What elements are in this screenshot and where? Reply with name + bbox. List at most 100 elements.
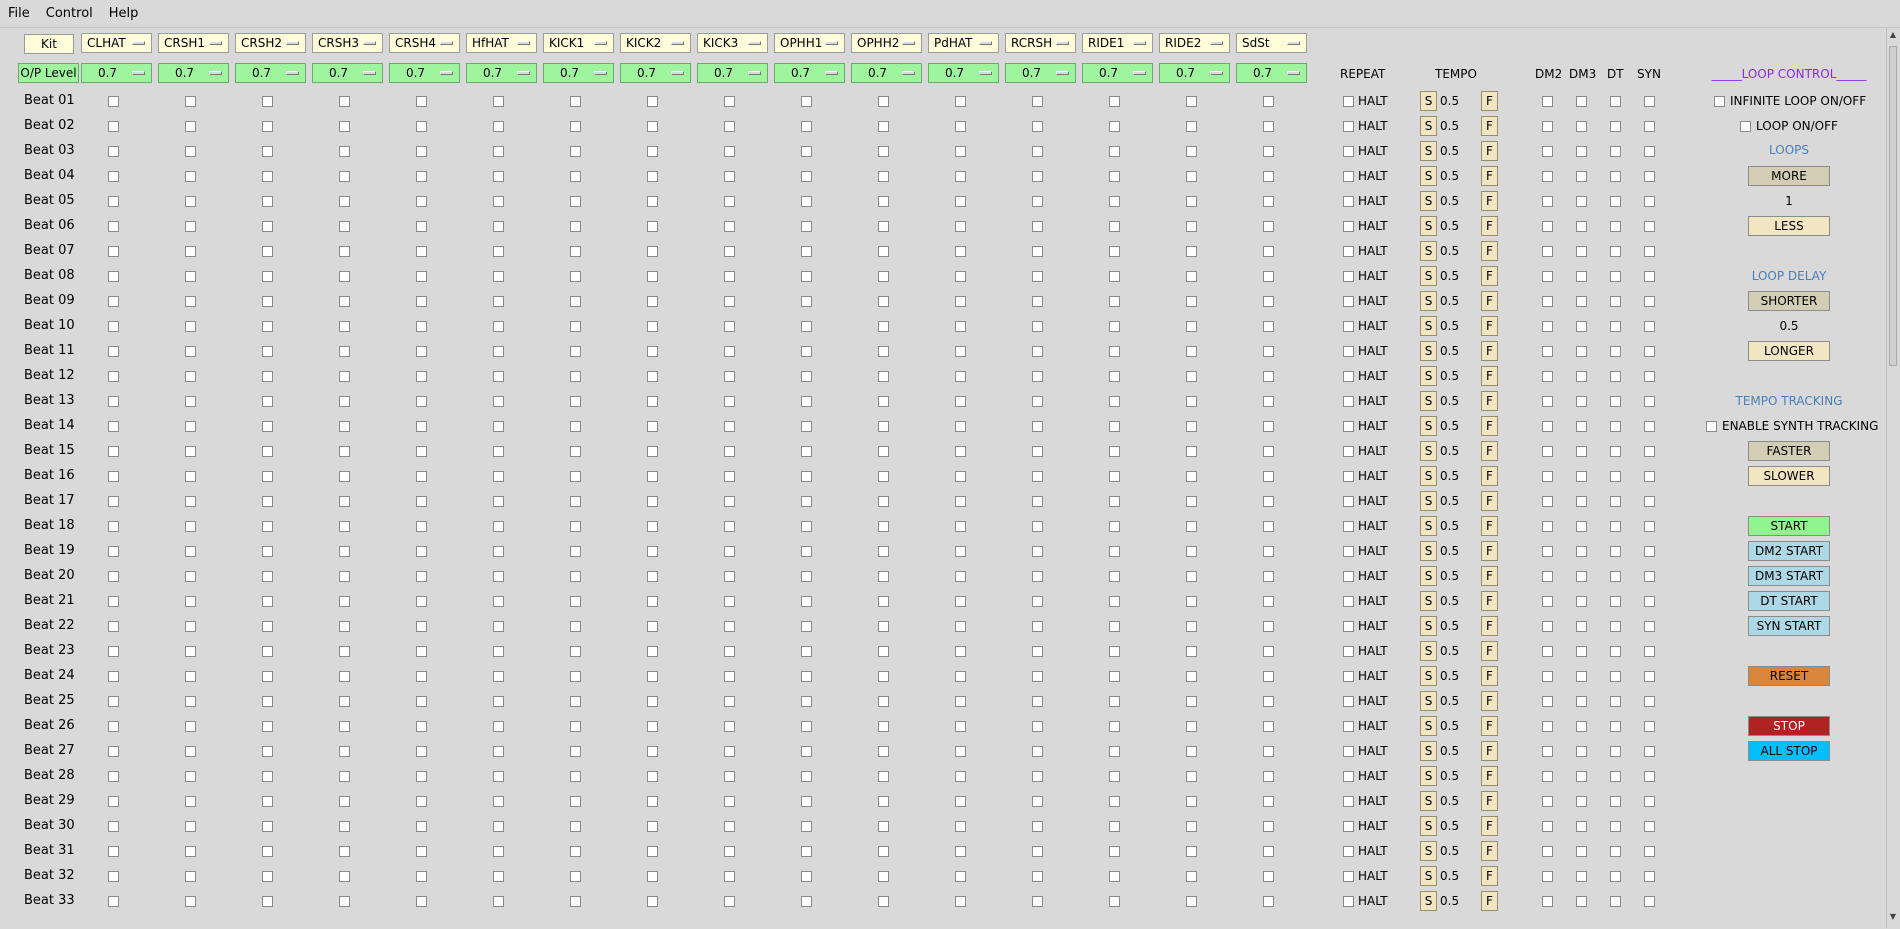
beat-checkbox-kick2[interactable] — [647, 571, 658, 582]
vertical-scrollbar[interactable]: ▲ ▼ — [1886, 28, 1899, 928]
beat-checkbox-sdst[interactable] — [1263, 446, 1274, 457]
beat-checkbox-kick3[interactable] — [724, 471, 735, 482]
beat-checkbox-crsh3[interactable] — [339, 496, 350, 507]
syn-checkbox[interactable] — [1644, 246, 1655, 257]
beat-checkbox-kick3[interactable] — [724, 446, 735, 457]
beat-checkbox-ride1[interactable] — [1109, 296, 1120, 307]
beat-checkbox-kick2[interactable] — [647, 496, 658, 507]
beat-checkbox-ophh2[interactable] — [878, 271, 889, 282]
beat-checkbox-hfhat[interactable] — [493, 296, 504, 307]
beat-checkbox-kick3[interactable] — [724, 646, 735, 657]
syn-checkbox[interactable] — [1644, 546, 1655, 557]
beat-checkbox-crsh1[interactable] — [185, 546, 196, 557]
beat-checkbox-kick2[interactable] — [647, 671, 658, 682]
dm2-checkbox[interactable] — [1542, 96, 1553, 107]
beat-checkbox-pdhat[interactable] — [955, 796, 966, 807]
beat-checkbox-ophh1[interactable] — [801, 521, 812, 532]
beat-checkbox-crsh1[interactable] — [185, 121, 196, 132]
beat-checkbox-ophh2[interactable] — [878, 521, 889, 532]
beat-checkbox-pdhat[interactable] — [955, 371, 966, 382]
dm3-checkbox[interactable] — [1576, 446, 1587, 457]
beat-checkbox-ride1[interactable] — [1109, 321, 1120, 332]
beat-checkbox-kick2[interactable] — [647, 196, 658, 207]
loop-onoff-checkbox[interactable] — [1740, 120, 1751, 132]
beat-checkbox-hfhat[interactable] — [493, 546, 504, 557]
beat-checkbox-crsh2[interactable] — [262, 571, 273, 582]
repeat-checkbox[interactable] — [1343, 646, 1354, 657]
beat-checkbox-kick1[interactable] — [570, 421, 581, 432]
dt-checkbox[interactable] — [1610, 396, 1621, 407]
beat-checkbox-ophh1[interactable] — [801, 271, 812, 282]
beat-checkbox-hfhat[interactable] — [493, 246, 504, 257]
fast-button[interactable]: F — [1481, 341, 1498, 361]
beat-checkbox-crsh4[interactable] — [416, 196, 427, 207]
start-button[interactable]: START — [1748, 516, 1830, 536]
syn-checkbox[interactable] — [1644, 696, 1655, 707]
beat-checkbox-pdhat[interactable] — [955, 171, 966, 182]
beat-checkbox-rcrsh[interactable] — [1032, 171, 1043, 182]
beat-checkbox-clhat[interactable] — [108, 746, 119, 757]
level-select-pdhat[interactable]: 0.7 — [928, 63, 999, 83]
beat-checkbox-crsh1[interactable] — [185, 346, 196, 357]
beat-checkbox-kick3[interactable] — [724, 196, 735, 207]
beat-checkbox-kick1[interactable] — [570, 271, 581, 282]
beat-checkbox-ophh2[interactable] — [878, 546, 889, 557]
dm2-checkbox[interactable] — [1542, 796, 1553, 807]
beat-checkbox-rcrsh[interactable] — [1032, 196, 1043, 207]
slow-button[interactable]: S — [1420, 266, 1437, 286]
beat-checkbox-ophh1[interactable] — [801, 846, 812, 857]
beat-checkbox-rcrsh[interactable] — [1032, 546, 1043, 557]
beat-checkbox-clhat[interactable] — [108, 771, 119, 782]
beat-checkbox-pdhat[interactable] — [955, 571, 966, 582]
dm2-checkbox[interactable] — [1542, 196, 1553, 207]
beat-checkbox-crsh1[interactable] — [185, 796, 196, 807]
beat-checkbox-pdhat[interactable] — [955, 746, 966, 757]
beat-checkbox-crsh4[interactable] — [416, 371, 427, 382]
dm2-checkbox[interactable] — [1542, 621, 1553, 632]
beat-checkbox-pdhat[interactable] — [955, 871, 966, 882]
beat-checkbox-sdst[interactable] — [1263, 821, 1274, 832]
beat-checkbox-kick3[interactable] — [724, 696, 735, 707]
dt-checkbox[interactable] — [1610, 471, 1621, 482]
slow-button[interactable]: S — [1420, 866, 1437, 886]
dm3-checkbox[interactable] — [1576, 96, 1587, 107]
syn-checkbox[interactable] — [1644, 571, 1655, 582]
beat-checkbox-clhat[interactable] — [108, 371, 119, 382]
beat-checkbox-rcrsh[interactable] — [1032, 246, 1043, 257]
beat-checkbox-crsh1[interactable] — [185, 896, 196, 907]
beat-checkbox-rcrsh[interactable] — [1032, 296, 1043, 307]
beat-checkbox-ride1[interactable] — [1109, 246, 1120, 257]
beat-checkbox-crsh4[interactable] — [416, 896, 427, 907]
beat-checkbox-crsh2[interactable] — [262, 596, 273, 607]
beat-checkbox-kick2[interactable] — [647, 221, 658, 232]
beat-checkbox-kick1[interactable] — [570, 346, 581, 357]
beat-checkbox-kick1[interactable] — [570, 121, 581, 132]
level-select-clhat[interactable]: 0.7 — [81, 63, 152, 83]
slow-button[interactable]: S — [1420, 616, 1437, 636]
dm3-checkbox[interactable] — [1576, 271, 1587, 282]
beat-checkbox-kick3[interactable] — [724, 121, 735, 132]
beat-checkbox-clhat[interactable] — [108, 346, 119, 357]
syn-checkbox[interactable] — [1644, 446, 1655, 457]
beat-checkbox-crsh3[interactable] — [339, 871, 350, 882]
level-select-kick1[interactable]: 0.7 — [543, 63, 614, 83]
slow-button[interactable]: S — [1420, 516, 1437, 536]
kit-select-crsh3[interactable]: CRSH3 — [312, 33, 383, 53]
beat-checkbox-crsh2[interactable] — [262, 496, 273, 507]
level-select-crsh2[interactable]: 0.7 — [235, 63, 306, 83]
beat-checkbox-ride1[interactable] — [1109, 696, 1120, 707]
beat-checkbox-ophh2[interactable] — [878, 146, 889, 157]
beat-checkbox-rcrsh[interactable] — [1032, 346, 1043, 357]
dm2-start-button[interactable]: DM2 START — [1748, 541, 1830, 561]
repeat-checkbox[interactable] — [1343, 721, 1354, 732]
beat-checkbox-pdhat[interactable] — [955, 146, 966, 157]
syn-checkbox[interactable] — [1644, 196, 1655, 207]
beat-checkbox-ophh2[interactable] — [878, 871, 889, 882]
level-select-ophh2[interactable]: 0.7 — [851, 63, 922, 83]
beat-checkbox-crsh2[interactable] — [262, 771, 273, 782]
dt-checkbox[interactable] — [1610, 421, 1621, 432]
beat-checkbox-ride1[interactable] — [1109, 371, 1120, 382]
beat-checkbox-crsh2[interactable] — [262, 396, 273, 407]
infinite-loop-checkbox[interactable] — [1714, 95, 1725, 107]
dm2-checkbox[interactable] — [1542, 546, 1553, 557]
